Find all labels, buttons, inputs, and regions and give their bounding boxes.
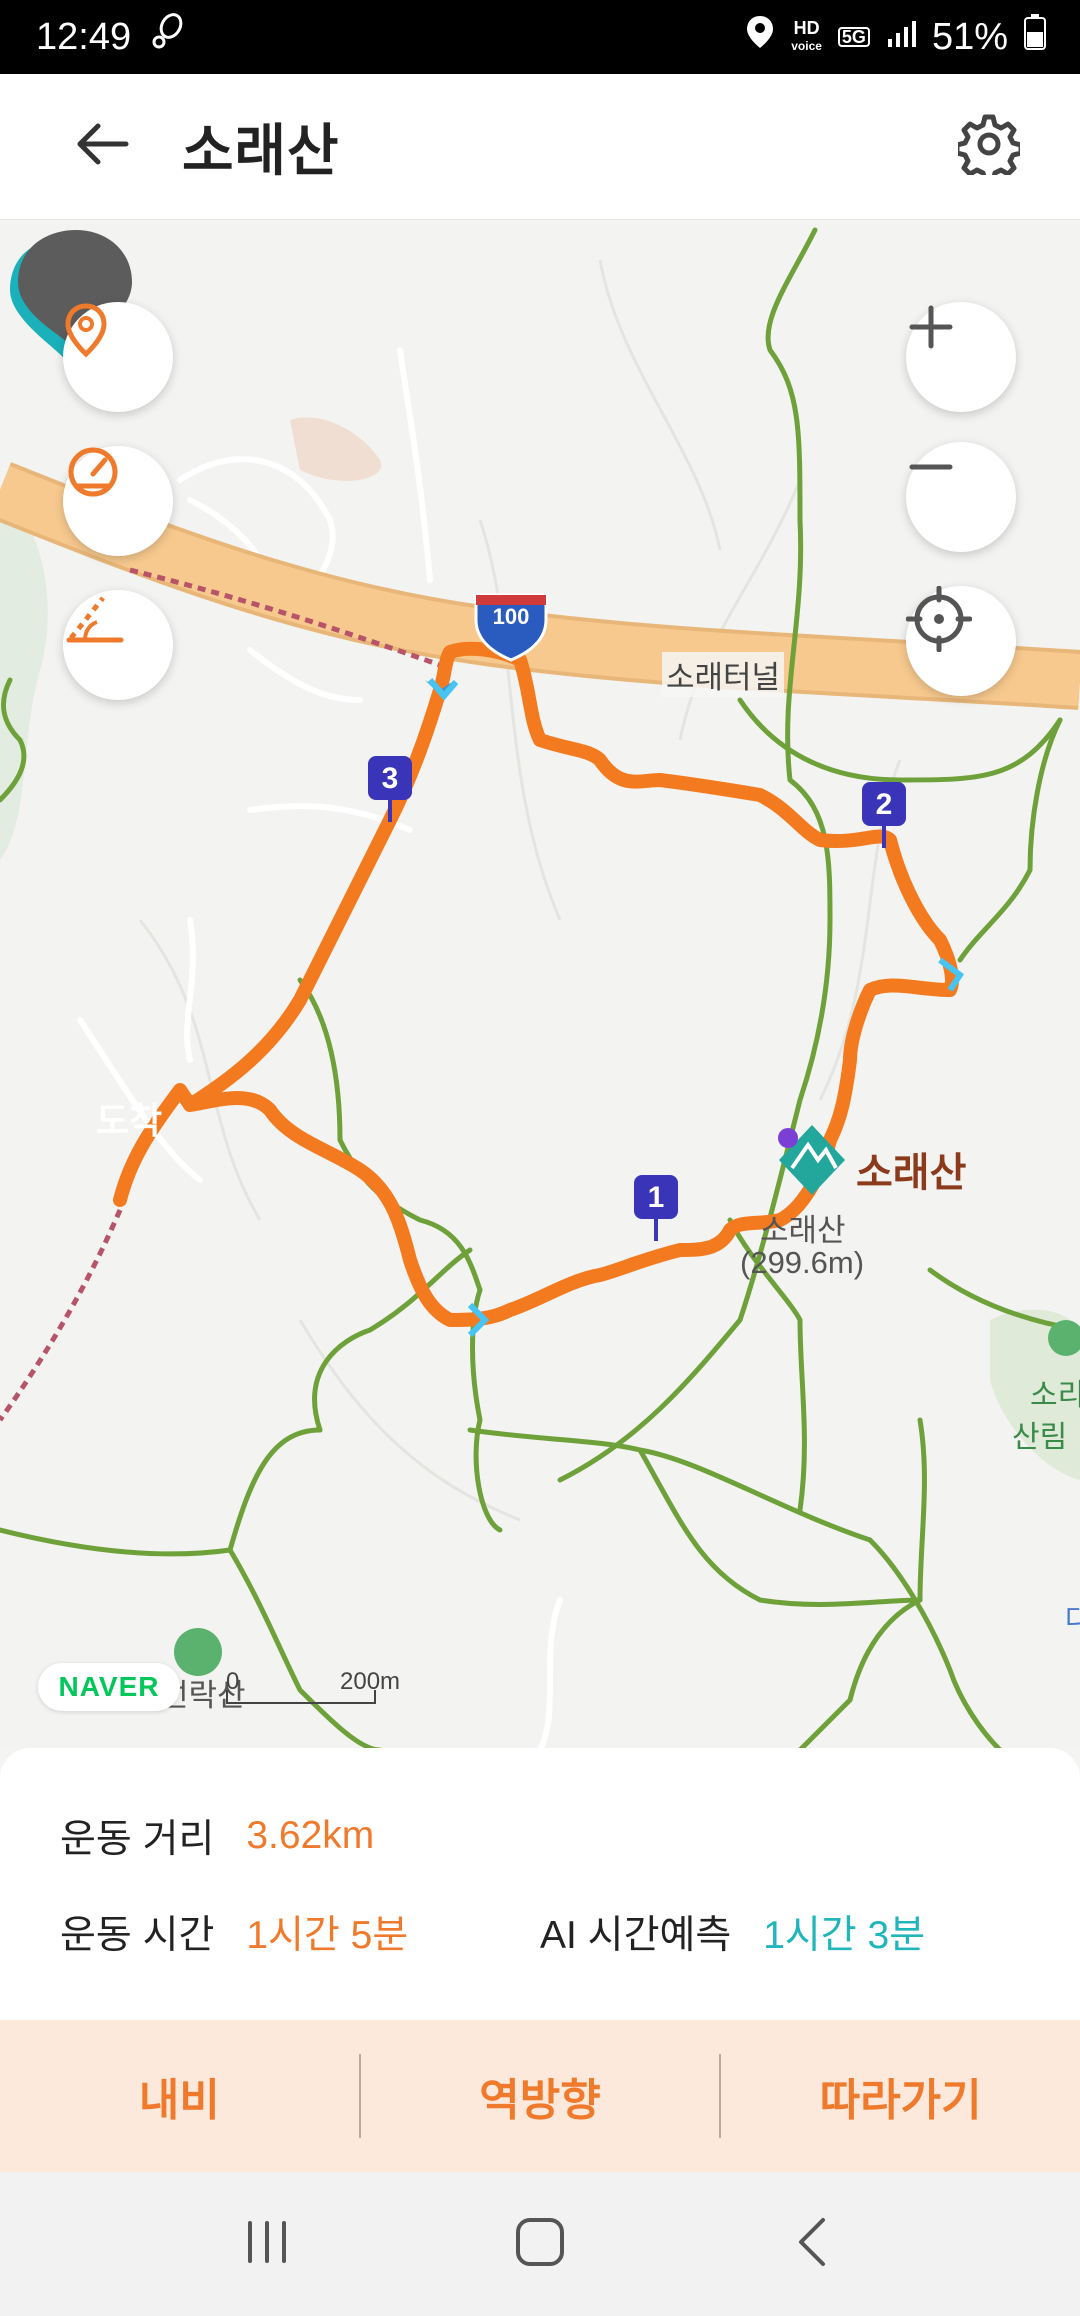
follow-button[interactable]: 따라가기: [721, 2020, 1080, 2172]
time-value: 1시간 5분: [246, 1914, 409, 1957]
mountain-icon: [174, 1628, 222, 1676]
green-area: [0, 490, 48, 860]
cut-off-label: 다: [1065, 1604, 1080, 1635]
zoom-in-button[interactable]: [906, 302, 1016, 412]
reverse-button[interactable]: 역방향: [361, 2020, 720, 2172]
location-icon: [745, 14, 775, 60]
back-icon: [793, 2216, 833, 2273]
back-button[interactable]: [70, 115, 134, 179]
back-arrow-icon: [74, 122, 130, 171]
page-title: 소래산: [182, 119, 340, 182]
peak-name-label[interactable]: 소래산: [856, 1140, 966, 1198]
nearby-place-label: 산림: [1012, 1421, 1068, 1454]
slope-button[interactable]: [63, 590, 173, 700]
home-icon: [514, 2216, 566, 2273]
recent-apps-button[interactable]: [222, 2199, 312, 2289]
highway-number: 100: [492, 604, 530, 629]
step-counter-icon: [147, 12, 187, 62]
action-bar: 내비 역방향 따라가기: [0, 2020, 1080, 2172]
ai-prediction-row: AI 시간예측 1시간 3분: [540, 1904, 925, 1960]
scale-bar: 0 200m: [226, 1668, 400, 1708]
time-label: 운동 시간: [60, 1914, 215, 1957]
terrain-lines: [138, 259, 902, 1522]
scale-start-label: 0: [226, 1668, 240, 1695]
waypoint-number: 3: [381, 762, 399, 795]
current-location-button[interactable]: [906, 586, 1016, 696]
signal-icon: [886, 16, 916, 59]
distance-row: 운동 거리 3.62km: [60, 1808, 374, 1864]
status-right: HD voice 5G 51%: [745, 14, 1046, 60]
speedometer-button[interactable]: [63, 446, 173, 556]
status-bar: 12:49 HD voice 5G 51%: [0, 0, 1080, 74]
naver-logo: NAVER: [38, 1663, 180, 1711]
nearby-place-label: 소리: [1030, 1379, 1080, 1412]
5g-icon: 5G: [837, 27, 870, 47]
scale-end-label: 200m: [340, 1668, 401, 1695]
time-row: 운동 시간 1시간 5분: [60, 1904, 408, 1960]
peak-label: 소래산: [760, 1213, 846, 1248]
ai-prediction-label: AI 시간예측: [540, 1914, 732, 1957]
distance-label: 운동 거리: [60, 1818, 215, 1861]
arrival-label: 도착: [95, 1100, 163, 1141]
home-button[interactable]: [495, 2199, 585, 2289]
rail-line: [0, 1209, 123, 1422]
tunnel-label: 소래터널: [662, 652, 785, 697]
back-nav-button[interactable]: [768, 2199, 858, 2289]
ai-prediction-value: 1시간 3분: [763, 1914, 926, 1957]
network-label: 5G: [841, 27, 866, 47]
hd-label: HD: [793, 18, 820, 38]
navi-button[interactable]: 내비: [0, 2020, 359, 2172]
battery-icon: [1024, 14, 1046, 60]
map-view[interactable]: 소래터널 소래산 소래산 (299.6m) 소리 산림 선락산 다 100 1 …: [0, 220, 1080, 1750]
distance-value: 3.62km: [246, 1814, 375, 1857]
zoom-out-button[interactable]: [906, 442, 1016, 552]
system-nav-bar: [0, 2172, 1080, 2316]
status-time: 12:49: [36, 15, 132, 58]
residential-area: [290, 417, 382, 481]
settings-button[interactable]: [954, 112, 1024, 184]
status-left: 12:49: [36, 12, 187, 62]
app-header: 소래산: [0, 74, 1080, 220]
gear-icon: [954, 113, 1024, 184]
recent-apps-icon: [242, 2217, 292, 2272]
location-pin-button[interactable]: [63, 302, 173, 412]
waypoint-number: 2: [875, 788, 893, 821]
info-panel: 운동 거리 3.62km 운동 시간 1시간 5분 AI 시간예측 1시간 3분: [0, 1748, 1080, 2020]
hd-voice-icon: HD voice: [791, 18, 822, 54]
battery-percent: 51%: [931, 15, 1008, 58]
voice-label: voice: [791, 39, 822, 53]
peak-elevation: (299.6m): [740, 1245, 865, 1280]
waypoint-number: 1: [647, 1181, 665, 1214]
